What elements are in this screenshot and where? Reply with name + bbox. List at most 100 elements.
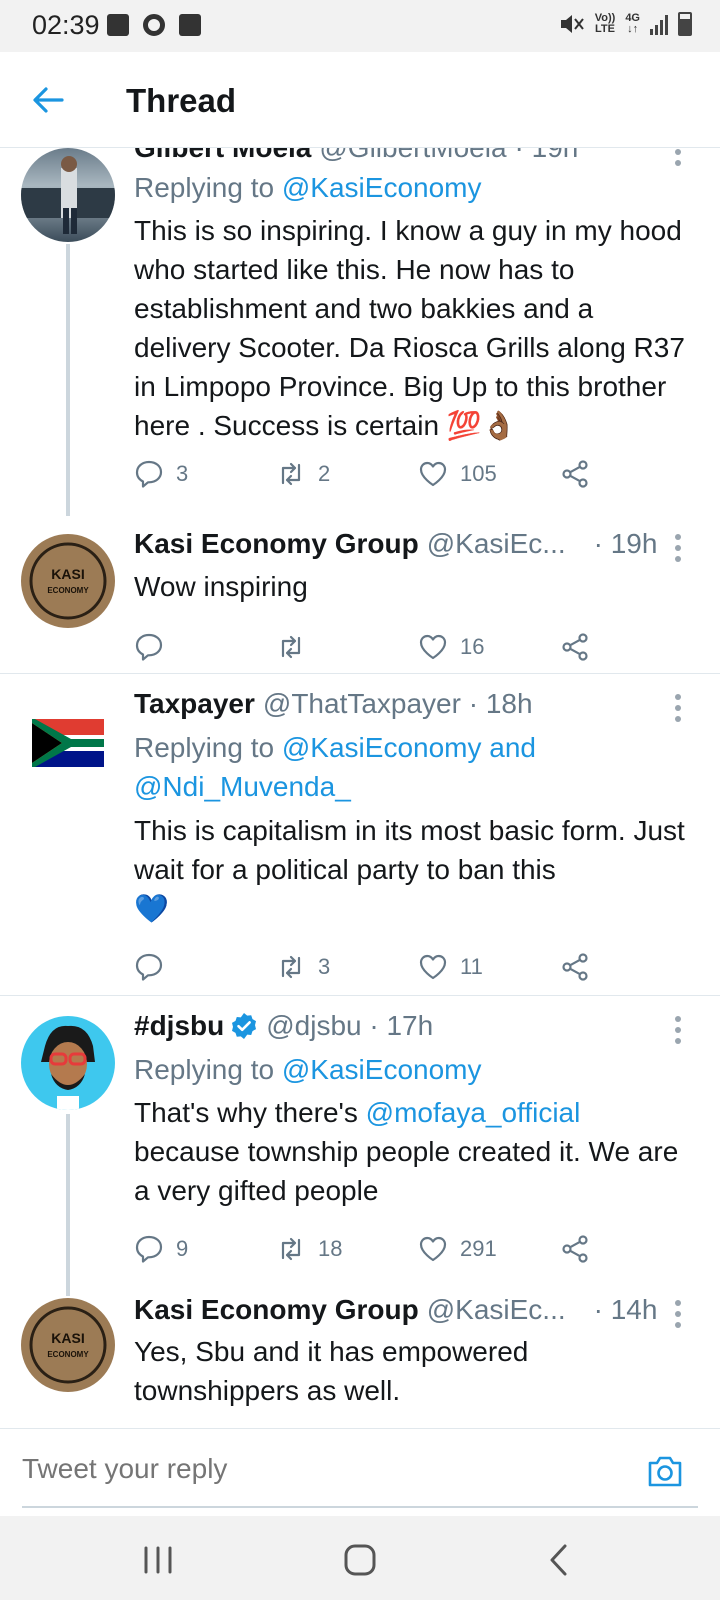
retweet-button[interactable]: 2 <box>276 459 330 489</box>
thread-timeline[interactable]: Gilbert Moela @GilbertMoela · 19h Replyi… <box>0 148 720 1428</box>
heart-icon <box>419 634 447 660</box>
retweet-icon <box>281 1237 301 1261</box>
volte-indicator: Vo)) LTE <box>594 12 616 35</box>
tweet-emoji: 💯👌🏾 <box>446 409 517 442</box>
reply-count: 9 <box>176 1236 189 1261</box>
tweet-header: #djsbu @djsbu · 17h <box>134 1010 660 1042</box>
tweet-kasi-economy-2[interactable]: KASI ECONOMY Kasi Economy Group @KasiEc.… <box>0 1294 720 1428</box>
tweet-actions: 3 11 <box>134 952 604 986</box>
author-name[interactable]: Taxpayer <box>134 688 255 720</box>
south-africa-flag <box>32 719 104 767</box>
more-options-icon[interactable] <box>674 1300 682 1328</box>
recent-apps-icon[interactable] <box>138 1540 178 1580</box>
retweet-count: 2 <box>318 461 331 486</box>
author-name[interactable]: #djsbu <box>134 1010 224 1042</box>
avatar[interactable] <box>21 694 115 788</box>
like-count: 11 <box>460 954 483 979</box>
status-notification-icons <box>107 14 201 36</box>
reply-icon <box>135 1235 163 1263</box>
retweet-icon <box>281 635 301 659</box>
reply-button[interactable]: 3 <box>134 459 188 489</box>
page-title: Thread <box>126 82 237 119</box>
heart-icon <box>419 1236 447 1262</box>
retweet-button[interactable] <box>276 632 318 662</box>
reply-button[interactable]: 9 <box>134 1234 188 1264</box>
thread-header: Thread <box>0 52 720 148</box>
like-button[interactable]: 11 <box>418 952 483 982</box>
retweet-icon <box>281 462 301 486</box>
author-handle[interactable]: @GilbertMoela <box>319 148 506 164</box>
retweet-button[interactable]: 3 <box>276 952 330 982</box>
share-button[interactable] <box>560 459 590 489</box>
tweet-text: This is capitalism in its most basic for… <box>134 815 685 925</box>
data-indicator: 4G ↓↑ <box>625 12 640 35</box>
tweet-time: · 14h <box>593 1294 658 1325</box>
share-icon <box>562 953 588 981</box>
camera-icon[interactable] <box>646 1453 684 1489</box>
mention-link[interactable]: @mofaya_official <box>366 1097 581 1128</box>
status-bar: 02:39 Vo)) LTE 4G ↓↑ <box>0 0 720 52</box>
svg-text:ECONOMY: ECONOMY <box>47 586 89 595</box>
tweet-actions: 3 2 105 <box>134 459 604 493</box>
checkbox-icon <box>179 14 201 36</box>
tweet-taxpayer[interactable]: Taxpayer @ThatTaxpayer · 18h Replying to… <box>0 674 720 994</box>
thread-line <box>66 244 70 516</box>
tweet-djsbu[interactable]: #djsbu @djsbu · 17h Replying to @KasiEco… <box>0 996 720 1296</box>
author-handle[interactable]: @djsbu · 17h <box>266 1010 433 1042</box>
like-button[interactable]: 291 <box>418 1234 497 1264</box>
tweet-kasi-economy-1[interactable]: KASI ECONOMY Kasi Economy Group @KasiEc.… <box>0 514 720 674</box>
author-name[interactable]: Kasi Economy Group <box>134 1294 419 1326</box>
heart-icon <box>419 461 447 487</box>
back-arrow-icon[interactable] <box>30 82 66 118</box>
tweet-actions: 9 18 291 <box>134 1234 604 1268</box>
reply-icon <box>135 633 163 661</box>
avatar[interactable]: KASI ECONOMY <box>21 534 115 628</box>
author-name[interactable]: Kasi Economy Group <box>134 528 419 560</box>
heart-icon <box>419 954 447 980</box>
tweet-text: Yes, Sbu and it has empowered townshippe… <box>134 1336 529 1406</box>
replying-to-link[interactable]: @KasiEconomy <box>282 172 482 203</box>
replying-to-link[interactable]: @KasiEconomy and <box>282 732 536 763</box>
reply-button[interactable] <box>134 632 176 662</box>
settings-icon <box>143 14 165 36</box>
avatar[interactable] <box>21 1016 115 1110</box>
tweet-gilbert-moela[interactable]: Gilbert Moela @GilbertMoela · 19h Replyi… <box>0 148 720 516</box>
like-button[interactable]: 105 <box>418 459 497 489</box>
tweet-text: This is so inspiring. I know a guy in my… <box>134 215 685 442</box>
back-icon[interactable] <box>540 1540 580 1580</box>
thread-line <box>66 1114 70 1296</box>
replying-to: Replying to @KasiEconomy <box>134 1054 482 1085</box>
share-button[interactable] <box>560 1234 590 1264</box>
share-icon <box>562 1235 588 1263</box>
like-button[interactable]: 16 <box>418 632 484 662</box>
avatar[interactable] <box>21 148 115 242</box>
svg-text:KASI: KASI <box>51 1330 84 1346</box>
reply-icon <box>135 460 163 488</box>
replying-to-link-2[interactable]: @Ndi_Muvenda_ <box>134 771 351 802</box>
reply-button[interactable] <box>134 952 176 982</box>
replying-to-link[interactable]: @KasiEconomy <box>282 1054 482 1085</box>
more-options-icon[interactable] <box>674 1016 682 1044</box>
home-icon[interactable] <box>340 1540 380 1580</box>
tweet-header: Gilbert Moela @GilbertMoela · 19h <box>134 148 660 164</box>
like-count: 16 <box>460 634 485 659</box>
svg-text:ECONOMY: ECONOMY <box>47 1350 89 1359</box>
more-options-icon[interactable] <box>674 148 682 166</box>
mute-icon <box>560 15 584 33</box>
more-options-icon[interactable] <box>674 534 682 562</box>
author-handle[interactable]: @KasiEc... <box>427 528 566 560</box>
author-handle[interactable]: @KasiEc... <box>427 1294 566 1326</box>
avatar[interactable]: KASI ECONOMY <box>21 1298 115 1392</box>
more-options-icon[interactable] <box>674 694 682 722</box>
tweet-reply-input[interactable] <box>22 1453 582 1485</box>
tweet-header: Kasi Economy Group @KasiEc... · 14h <box>134 1294 660 1326</box>
author-name[interactable]: Gilbert Moela <box>134 148 311 164</box>
share-button[interactable] <box>560 632 590 662</box>
share-button[interactable] <box>560 952 590 982</box>
reply-bar <box>0 1428 720 1516</box>
status-system-icons: Vo)) LTE 4G ↓↑ <box>559 12 692 36</box>
author-handle[interactable]: @ThatTaxpayer · 18h <box>263 688 533 720</box>
gallery-icon <box>107 14 129 36</box>
retweet-button[interactable]: 18 <box>276 1234 342 1264</box>
replying-to: Replying to @KasiEconomy and @Ndi_Muvend… <box>134 732 536 802</box>
